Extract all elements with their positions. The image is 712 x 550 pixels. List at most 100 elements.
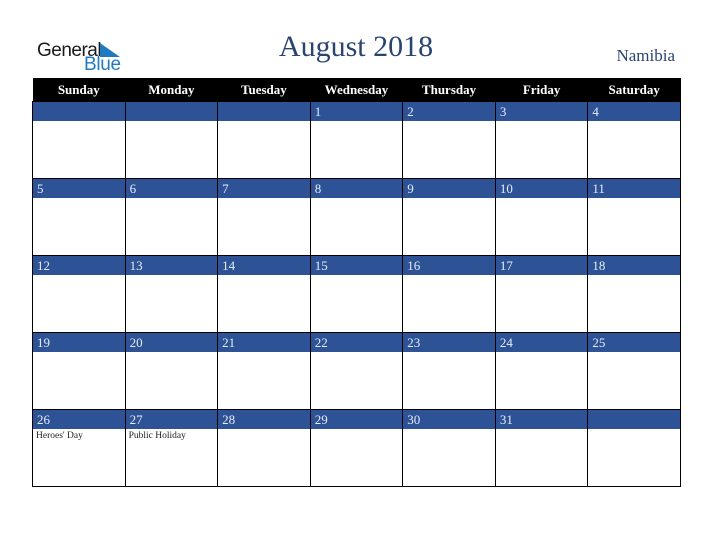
day-cell[interactable]: 4 xyxy=(587,101,681,179)
day-number: 11 xyxy=(588,179,680,198)
holiday-note xyxy=(403,352,495,356)
day-number: 2 xyxy=(403,102,495,121)
day-number: 20 xyxy=(125,333,218,352)
day-number: 3 xyxy=(495,102,588,121)
day-cell[interactable]: 24 xyxy=(494,332,589,410)
day-cell[interactable]: 25 xyxy=(587,332,681,410)
day-cell[interactable]: 7 xyxy=(217,178,311,256)
day-cell[interactable]: 23 xyxy=(402,332,496,410)
holiday-note xyxy=(33,352,125,356)
day-number: 21 xyxy=(218,333,310,352)
holiday-note xyxy=(126,121,218,125)
holiday-note xyxy=(588,352,680,356)
holiday-note xyxy=(403,198,495,202)
day-number: 8 xyxy=(310,179,403,198)
week-row: 12 13 14 15 16 17 18 xyxy=(32,255,681,333)
day-number: 23 xyxy=(403,333,495,352)
day-number: 30 xyxy=(403,410,495,429)
day-cell[interactable]: 12 xyxy=(32,255,126,333)
holiday-note: Heroes' Day xyxy=(36,431,83,441)
holiday-note xyxy=(126,198,218,202)
holiday-note xyxy=(218,121,310,125)
weekday-header: Sunday xyxy=(32,78,126,102)
holiday-note xyxy=(218,198,310,202)
holiday-note xyxy=(218,352,310,356)
holiday-note xyxy=(496,121,588,125)
holiday-note xyxy=(218,275,310,279)
day-number: 28 xyxy=(218,410,310,429)
day-cell[interactable]: 8 xyxy=(309,178,404,256)
weekday-header: Thursday xyxy=(402,78,496,102)
day-cell[interactable]: 21 xyxy=(217,332,311,410)
day-cell[interactable]: 22 xyxy=(309,332,404,410)
day-number: 7 xyxy=(218,179,310,198)
holiday-note xyxy=(496,275,588,279)
day-cell[interactable]: 1 xyxy=(309,101,404,179)
holiday-note xyxy=(496,198,588,202)
holiday-note xyxy=(311,198,403,202)
day-cell[interactable]: 16 xyxy=(402,255,496,333)
day-cell[interactable]: 30 xyxy=(402,409,496,487)
holiday-note xyxy=(33,275,125,279)
day-number: 14 xyxy=(218,256,310,275)
day-number: 31 xyxy=(495,410,588,429)
day-cell[interactable]: 9 xyxy=(402,178,496,256)
day-cell[interactable]: 31 xyxy=(494,409,589,487)
day-cell[interactable]: 20 xyxy=(124,332,219,410)
day-cell[interactable]: 26 Heroes' Day xyxy=(32,409,126,487)
day-number xyxy=(125,102,218,121)
day-cell[interactable]: 28 xyxy=(217,409,311,487)
holiday-note xyxy=(588,275,680,279)
weekday-header: Saturday xyxy=(587,78,681,102)
day-number: 4 xyxy=(588,102,680,121)
day-number: 26 xyxy=(33,410,125,429)
day-cell[interactable]: 19 xyxy=(32,332,126,410)
holiday-note xyxy=(496,352,588,356)
day-number: 29 xyxy=(310,410,403,429)
weekday-header-row: Sunday Monday Tuesday Wednesday Thursday… xyxy=(32,78,681,102)
day-cell[interactable]: 11 xyxy=(587,178,681,256)
holiday-note xyxy=(218,429,310,433)
holiday-note: Public Holiday xyxy=(128,431,186,441)
holiday-note xyxy=(403,121,495,125)
day-cell[interactable] xyxy=(124,101,219,179)
day-number: 25 xyxy=(588,333,680,352)
day-number: 15 xyxy=(310,256,403,275)
holiday-note xyxy=(496,429,588,433)
week-row: 5 6 7 8 9 10 11 xyxy=(32,178,681,256)
day-cell[interactable]: 3 xyxy=(494,101,589,179)
day-cell[interactable]: 18 xyxy=(587,255,681,333)
day-cell[interactable]: 15 xyxy=(309,255,404,333)
holiday-note xyxy=(311,352,403,356)
day-cell[interactable]: 17 xyxy=(494,255,589,333)
day-number: 24 xyxy=(495,333,588,352)
day-cell[interactable] xyxy=(587,409,681,487)
day-number: 10 xyxy=(495,179,588,198)
weekday-header: Tuesday xyxy=(217,78,311,102)
day-number: 6 xyxy=(125,179,218,198)
day-cell[interactable] xyxy=(217,101,311,179)
day-cell[interactable]: 14 xyxy=(217,255,311,333)
day-cell[interactable]: 27 Public Holiday xyxy=(124,409,219,487)
day-number: 18 xyxy=(588,256,680,275)
day-cell[interactable]: 2 xyxy=(402,101,496,179)
holiday-note xyxy=(126,352,218,356)
week-row: 1234 xyxy=(32,101,681,179)
day-cell[interactable]: 10 xyxy=(494,178,589,256)
weekday-header: Friday xyxy=(495,78,588,102)
holiday-note xyxy=(403,429,495,433)
day-cell[interactable]: 5 xyxy=(32,178,126,256)
day-number: 19 xyxy=(33,333,125,352)
day-number: 1 xyxy=(310,102,403,121)
day-cell[interactable] xyxy=(32,101,126,179)
day-number: 27 xyxy=(125,410,218,429)
day-number: 17 xyxy=(495,256,588,275)
holiday-note xyxy=(33,198,125,202)
day-cell[interactable]: 13 xyxy=(124,255,219,333)
day-cell[interactable]: 29 xyxy=(309,409,404,487)
weekday-header: Wednesday xyxy=(310,78,403,102)
day-number: 13 xyxy=(125,256,218,275)
day-number: 9 xyxy=(403,179,495,198)
day-number: 16 xyxy=(403,256,495,275)
day-cell[interactable]: 6 xyxy=(124,178,219,256)
